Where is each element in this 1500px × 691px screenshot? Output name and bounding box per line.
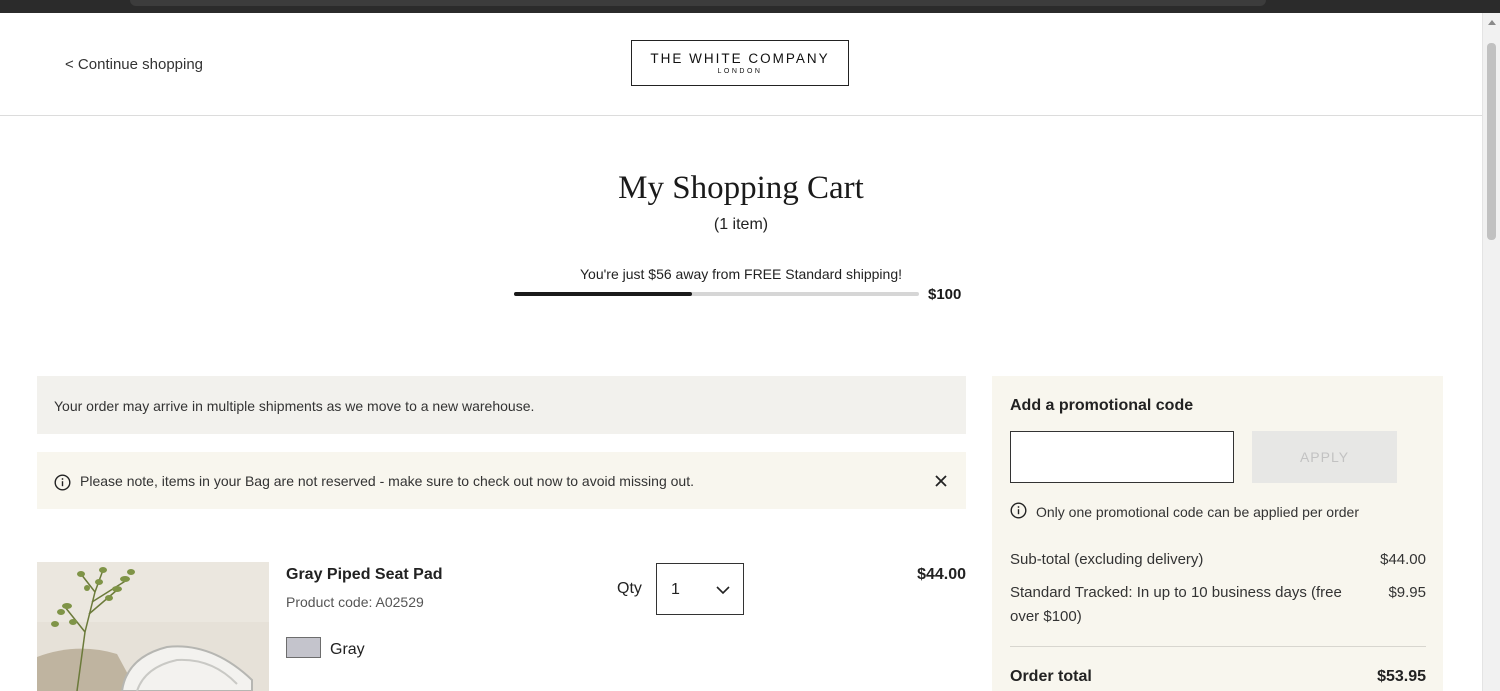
logo-subtext: LONDON	[717, 68, 763, 75]
quantity-select[interactable]: 1	[656, 563, 744, 615]
order-summary-panel: Add a promotional code APPLY Only one pr…	[992, 376, 1443, 691]
product-color: Gray	[330, 641, 365, 658]
apply-promo-button[interactable]: APPLY	[1252, 431, 1397, 483]
scrollbar-thumb[interactable]	[1487, 43, 1496, 240]
reserve-notice-text: Please note, items in your Bag are not r…	[80, 473, 694, 489]
scroll-up-arrow-icon[interactable]	[1488, 20, 1496, 25]
subtotal-label: Sub-total (excluding delivery)	[1010, 551, 1204, 568]
shipment-notice: Your order may arrive in multiple shipme…	[37, 376, 966, 434]
free-shipping-message: You're just $56 away from FREE Standard …	[580, 266, 902, 282]
free-shipping-progress-bar	[514, 292, 919, 296]
quantity-value: 1	[671, 581, 680, 598]
delivery-label: Standard Tracked: In up to 10 business d…	[1010, 584, 1342, 625]
brand-logo[interactable]: THE WHITE COMPANY LONDON	[631, 40, 849, 86]
item-count: (1 item)	[713, 216, 769, 233]
continue-shopping-link[interactable]: < Continue shopping	[65, 56, 203, 73]
address-bar[interactable]	[130, 0, 1266, 6]
info-icon	[54, 474, 71, 496]
chevron-down-icon	[716, 582, 730, 600]
info-icon	[1010, 502, 1027, 524]
shipping-threshold: $100	[928, 286, 962, 303]
promo-title: Add a promotional code	[1010, 397, 1194, 414]
item-price: $44.00	[917, 566, 966, 583]
product-image[interactable]	[37, 562, 269, 691]
order-total-value: $53.95	[1377, 668, 1426, 685]
browser-top-bar	[0, 0, 1500, 13]
reserve-notice: Please note, items in your Bag are not r…	[37, 452, 966, 509]
page-scrollbar[interactable]	[1482, 13, 1500, 691]
site-header: < Continue shopping THE WHITE COMPANY LO…	[0, 13, 1482, 116]
logo-text: THE WHITE COMPANY	[650, 51, 830, 66]
subtotal-value: $44.00	[1380, 551, 1426, 568]
order-total-label: Order total	[1010, 668, 1092, 685]
close-icon[interactable]	[934, 473, 948, 493]
summary-divider	[1010, 646, 1426, 647]
promo-info-text: Only one promotional code can be applied…	[1036, 504, 1359, 520]
color-swatch	[286, 637, 321, 658]
qty-label: Qty	[617, 580, 642, 597]
page-title: My Shopping Cart	[618, 170, 864, 206]
product-name[interactable]: Gray Piped Seat Pad	[286, 566, 443, 584]
delivery-value: $9.95	[1388, 584, 1426, 601]
progress-fill	[514, 292, 693, 296]
product-code: Product code: A02529	[286, 594, 424, 610]
promo-code-input[interactable]	[1010, 431, 1234, 483]
